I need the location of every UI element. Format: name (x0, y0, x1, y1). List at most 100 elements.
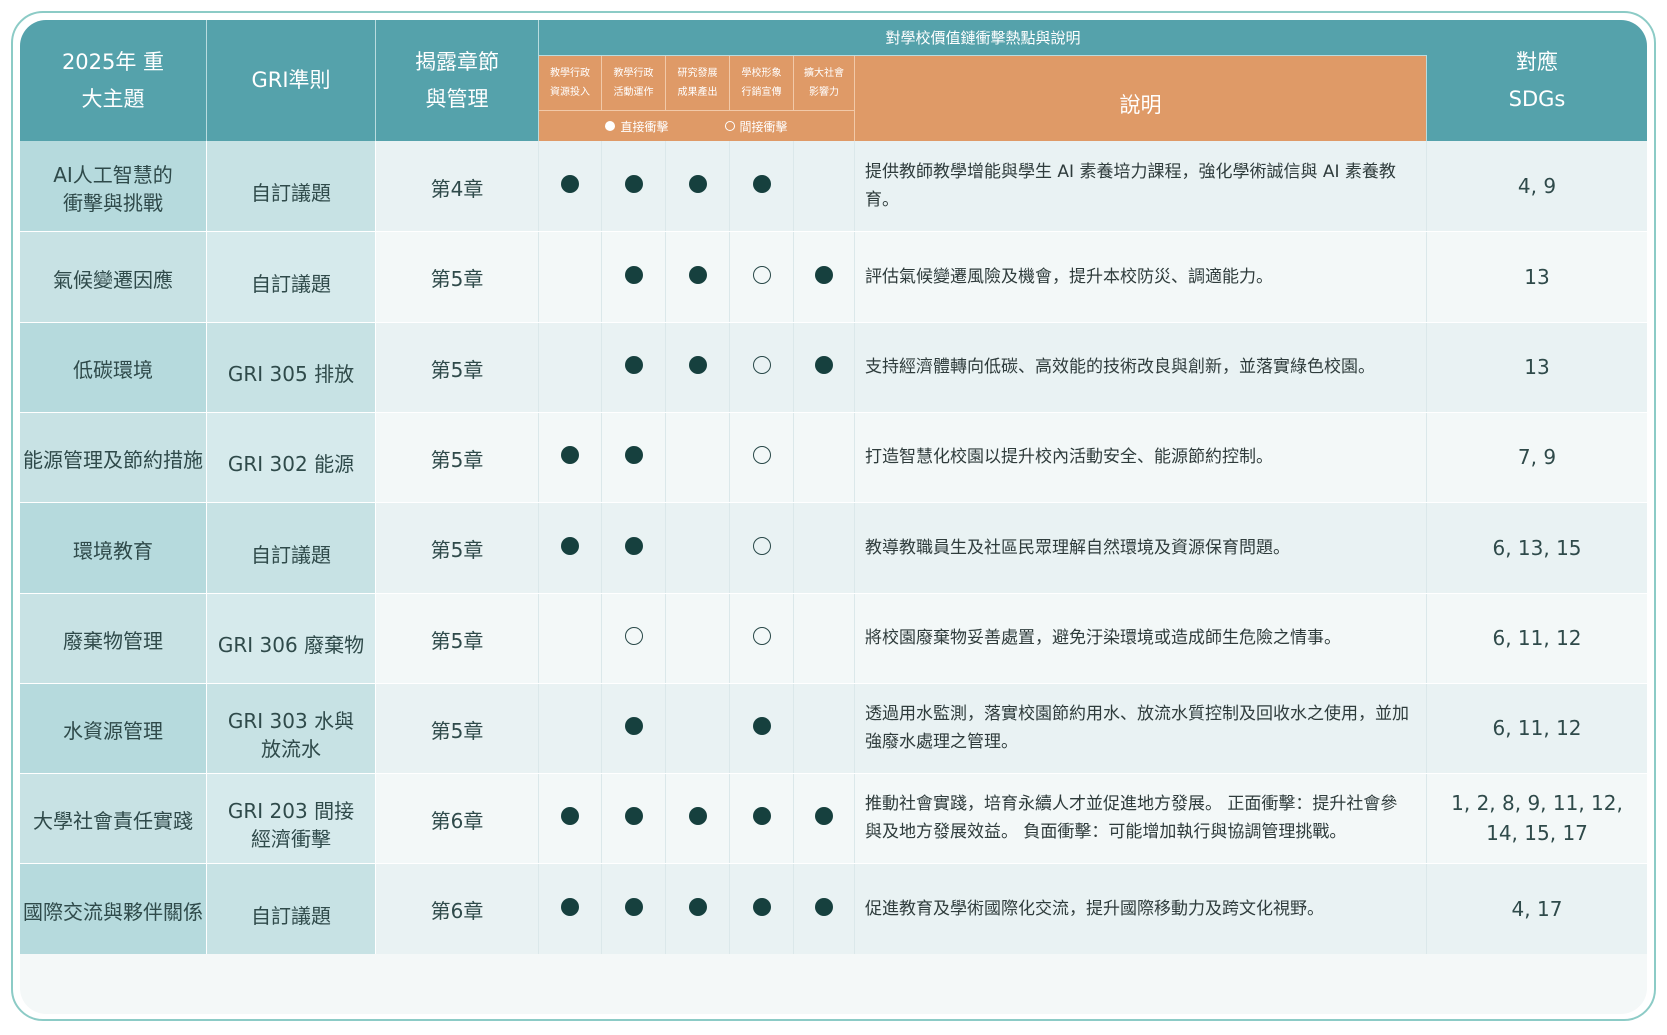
row-7-impact-5 (794, 773, 855, 863)
direct-impact-icon (688, 807, 707, 825)
impact-legend: 直接衝擊 間接衝擊 (539, 111, 855, 141)
row-7-impact-3 (666, 773, 730, 863)
row-8-gri: 自訂議題 (207, 863, 376, 954)
row-8-impact-4 (730, 863, 794, 954)
row-5-description: 將校園廢棄物妥善處置，避免汙染環境或造成師生危險之情事。 (855, 593, 1427, 683)
row-4-description: 教導教職員生及社區民眾理解自然環境及資源保育問題。 (855, 502, 1427, 593)
row-4-sdgs: 6, 13, 15 (1427, 502, 1647, 593)
row-7-sdgs: 1, 2, 8, 9, 11, 12, 14, 15, 17 (1427, 773, 1647, 863)
row-3-impact-3 (666, 412, 730, 502)
direct-impact-icon (624, 536, 643, 555)
row-0-chapter-text: 第4章 (430, 177, 484, 201)
header-value-chain-4: 學校形象 行銷宣傳 (730, 56, 794, 111)
row-8-sdgs-text: 4, 17 (1511, 896, 1563, 921)
row-1-impact-2 (602, 231, 666, 322)
direct-impact-icon (688, 265, 707, 284)
row-6-impact-2 (602, 683, 666, 773)
row-3-impact-5 (794, 412, 855, 502)
row-3-sdgs: 7, 9 (1427, 412, 1647, 502)
row-1-description: 評估氣候變遷風險及機會，提升本校防災、調適能力。 (855, 231, 1427, 322)
row-divider (20, 502, 1647, 503)
row-5-impact-3 (666, 593, 730, 683)
indirect-impact-icon (752, 536, 771, 555)
row-1-chapter-text: 第5章 (430, 267, 484, 291)
direct-impact-icon (815, 356, 833, 374)
row-6-impact-5 (794, 683, 855, 773)
row-2-topic-text: 低碳環境 (73, 358, 153, 382)
row-5-topic-text: 廢棄物管理 (63, 629, 163, 653)
row-8-impact-5 (794, 863, 855, 954)
row-0-chapter: 第4章 (376, 141, 539, 231)
direct-impact-icon (561, 897, 579, 916)
row-8-topic: 國際交流與夥伴關係 (20, 863, 207, 954)
row-8-sdgs: 4, 17 (1427, 863, 1647, 954)
row-3-chapter-text: 第5章 (430, 448, 484, 472)
header-value-chain-1-label: 教學行政 資源投入 (550, 68, 590, 98)
row-4-chapter: 第5章 (376, 502, 539, 593)
row-8-impact-2 (602, 863, 666, 954)
row-2-impact-2 (602, 322, 666, 412)
row-5-chapter: 第5章 (376, 593, 539, 683)
row-6-sdgs: 6, 11, 12 (1427, 683, 1647, 773)
row-divider (20, 322, 1647, 323)
row-8-description-text: 促進教育及學術國際化交流，提升國際移動力及跨文化視野。 (865, 898, 1324, 919)
header-value-chain-group-label: 對學校價值鏈衝擊熱點與說明 (885, 29, 1081, 47)
legend-direct: 直接衝擊 (605, 118, 669, 135)
row-2-topic: 低碳環境 (20, 322, 207, 412)
row-2-description-text: 支持經濟體轉向低碳、高效能的技術改良與創新，並落實綠色校園。 (865, 357, 1375, 377)
legend-indirect: 間接衝擊 (724, 118, 788, 135)
row-4-impact-1 (539, 502, 602, 593)
row-7-impact-1 (539, 773, 602, 863)
header-value-chain-5-label: 擴大社會 影響力 (804, 68, 844, 98)
direct-impact-icon (752, 717, 771, 735)
row-1-impact-3 (666, 231, 730, 322)
row-0-impact-5 (794, 141, 855, 231)
row-divider (20, 412, 1647, 413)
row-5-impact-4 (730, 593, 794, 683)
row-3-impact-2 (602, 412, 666, 502)
row-3-topic: 能源管理及節約措施 (20, 412, 207, 502)
header-topic-label: 2025年 重大主題 (61, 49, 165, 111)
row-8-impact-3 (666, 863, 730, 954)
row-7-chapter-text: 第6章 (430, 809, 484, 833)
row-6-description-text: 透過用水監測，落實校園節約用水、放流水質控制及回收水之使用，並加強廢水處理之管理… (865, 704, 1409, 752)
row-6-topic: 水資源管理 (20, 683, 207, 773)
row-3-chapter: 第5章 (376, 412, 539, 502)
row-divider (20, 683, 1647, 684)
row-6-impact-1 (539, 683, 602, 773)
row-5-topic: 廢棄物管理 (20, 593, 207, 683)
header-chapter: 揭露章節 與管理 (376, 20, 539, 141)
indirect-impact-icon (752, 265, 771, 284)
direct-impact-icon (815, 807, 833, 825)
header-value-chain-5: 擴大社會 影響力 (794, 56, 855, 111)
direct-impact-icon (561, 536, 579, 555)
header-value-chain-4-label: 學校形象 行銷宣傳 (741, 68, 782, 98)
row-3-impact-1 (539, 412, 602, 502)
row-0-impact-4 (730, 141, 794, 231)
header-chapter-label: 揭露章節 與管理 (415, 49, 499, 111)
row-3-gri: GRI 302 能源 (207, 412, 376, 502)
row-2-chapter-text: 第5章 (430, 358, 484, 382)
row-3-topic-text: 能源管理及節約措施 (23, 448, 203, 472)
row-2-impact-4 (730, 322, 794, 412)
row-divider (20, 863, 1647, 864)
row-7-description-text: 推動社會實踐，培育永續人才並促進地方發展。 正面衝擊：提升社會參與及地方發展效益… (865, 794, 1398, 842)
row-0-sdgs-text: 4, 9 (1517, 174, 1557, 198)
row-4-gri: 自訂議題 (207, 502, 376, 593)
row-4-impact-3 (666, 502, 730, 593)
row-0-description-text: 提供教師教學增能與學生 AI 素養培力課程，強化學術誠信與 AI 素養教育。 (865, 162, 1396, 210)
row-divider (20, 231, 1647, 232)
row-1-impact-1 (539, 231, 602, 322)
direct-impact-icon (624, 265, 643, 284)
direct-impact-icon (624, 175, 643, 193)
row-5-impact-2 (602, 593, 666, 683)
direct-impact-icon (688, 175, 707, 193)
row-6-gri: GRI 303 水與放流水 (207, 683, 376, 773)
row-4-impact-4 (730, 502, 794, 593)
row-4-impact-5 (794, 502, 855, 593)
direct-impact-icon (624, 897, 643, 916)
row-8-chapter: 第6章 (376, 863, 539, 954)
row-8-description: 促進教育及學術國際化交流，提升國際移動力及跨文化視野。 (855, 863, 1427, 954)
row-0-impact-2 (602, 141, 666, 231)
row-1-description-text: 評估氣候變遷風險及機會，提升本校防災、調適能力。 (865, 266, 1273, 287)
